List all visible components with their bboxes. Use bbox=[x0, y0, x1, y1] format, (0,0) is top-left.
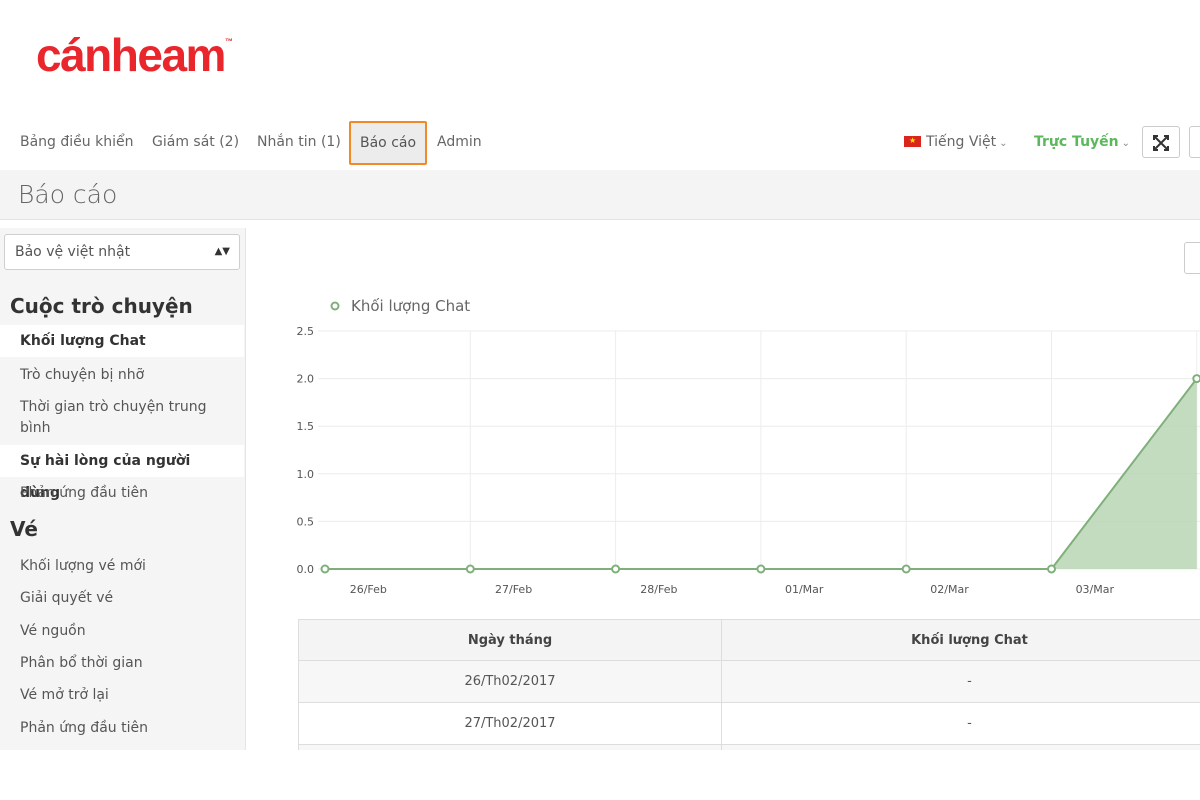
data-point bbox=[611, 564, 621, 574]
table-cell-date: 26/Th02/2017 bbox=[298, 660, 722, 703]
table-header-row: Ngày tháng Khối lượng Chat bbox=[298, 619, 1200, 661]
table-row: 26/Th02/2017 - bbox=[298, 660, 1200, 703]
page-bottom bbox=[0, 750, 1200, 800]
data-point bbox=[1192, 374, 1200, 384]
column-header-date[interactable]: Ngày tháng bbox=[298, 619, 722, 661]
x-tick-label: 01/Mar bbox=[785, 583, 824, 596]
y-tick-label: 1.5 bbox=[297, 420, 315, 433]
x-tick-label: 03/Mar bbox=[1076, 583, 1115, 596]
data-point bbox=[465, 564, 475, 574]
legend-marker-chat-volume bbox=[330, 301, 340, 311]
x-tick-label: 02/Mar bbox=[930, 583, 969, 596]
x-axis-ticks: 26/Feb 27/Feb 28/Feb 01/Mar 02/Mar 03/Mar bbox=[350, 583, 1115, 596]
chart-grid bbox=[318, 330, 1200, 570]
data-point bbox=[320, 564, 330, 574]
y-tick-label: 0.0 bbox=[297, 563, 315, 576]
table-cell-date: 27/Th02/2017 bbox=[298, 702, 722, 745]
y-tick-label: 1.0 bbox=[297, 468, 315, 481]
x-tick-label: 27/Feb bbox=[495, 583, 532, 596]
x-tick-label: 26/Feb bbox=[350, 583, 387, 596]
y-tick-label: 0.5 bbox=[297, 515, 315, 528]
y-tick-label: 2.5 bbox=[297, 325, 315, 338]
table-cell-chat-volume: - bbox=[721, 660, 1200, 703]
table-cell-chat-volume: - bbox=[721, 702, 1200, 745]
data-point bbox=[901, 564, 911, 574]
x-tick-label: 28/Feb bbox=[640, 583, 677, 596]
data-point bbox=[1047, 564, 1056, 574]
y-tick-label: 2.0 bbox=[297, 373, 315, 386]
y-axis-ticks: 0.0 0.5 1.0 1.5 2.0 2.5 bbox=[297, 325, 315, 576]
table-row: 27/Th02/2017 - bbox=[298, 702, 1200, 745]
data-point bbox=[756, 564, 766, 574]
chart-legend: Khối lượng Chat bbox=[330, 297, 470, 315]
column-header-chat-volume[interactable]: Khối lượng Chat bbox=[721, 619, 1200, 661]
legend-label-chat-volume[interactable]: Khối lượng Chat bbox=[351, 297, 470, 315]
